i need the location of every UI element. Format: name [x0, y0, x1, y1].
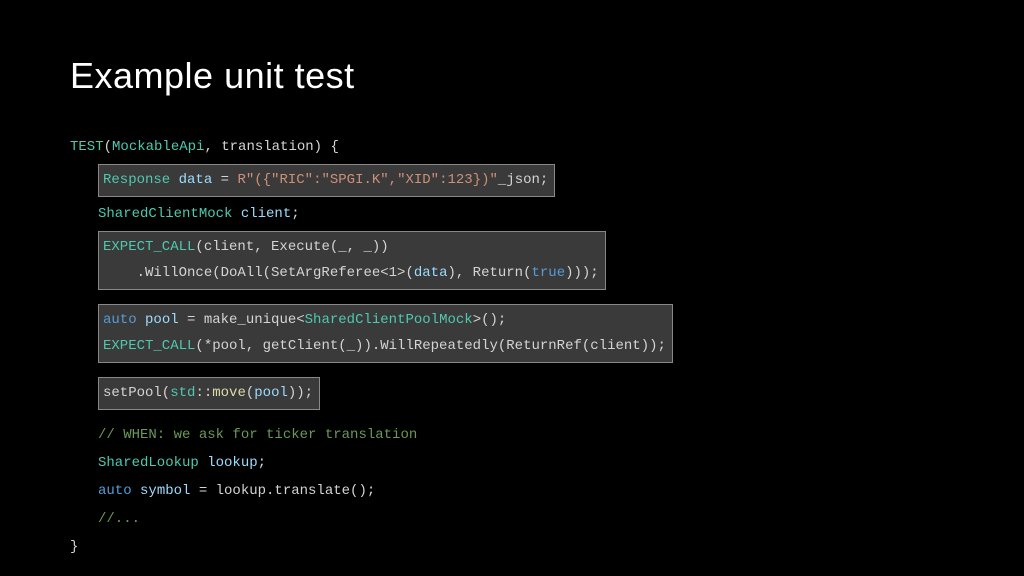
- token-punct: = lookup.translate();: [190, 483, 375, 499]
- code-line-4-wrap: EXPECT_CALL(client, Execute(_, _)) .Will…: [70, 228, 954, 293]
- token-keyword: auto: [98, 483, 132, 499]
- token-comment: // WHEN: we ask for ticker translation: [98, 427, 417, 443]
- code-block: TEST(MockableApi, translation) { Respons…: [70, 133, 954, 561]
- token-punct: (*pool, getClient(_)).WillRepeatedly(Ret…: [195, 338, 665, 354]
- token-type: SharedLookup: [98, 455, 199, 471]
- code-line-5: auto pool = make_unique<SharedClientPool…: [98, 304, 673, 363]
- token-punct: (: [104, 139, 112, 155]
- token-punct: , translation) {: [204, 139, 338, 155]
- code-line-2-wrap: Response data = R"({"RIC":"SPGI.K","XID"…: [70, 161, 954, 200]
- token-var: pool: [137, 312, 179, 328]
- code-line-5b: EXPECT_CALL(*pool, getClient(_)).WillRep…: [103, 333, 666, 360]
- token-punct: (: [246, 385, 254, 401]
- token-keyword: auto: [103, 312, 137, 328]
- token-string: R"({"RIC":"SPGI.K","XID":123})": [237, 172, 497, 188]
- code-line-1: TEST(MockableApi, translation) {: [70, 133, 954, 161]
- token-punct: ));: [288, 385, 313, 401]
- token-comment: //...: [98, 511, 140, 527]
- token-var: client: [232, 206, 291, 222]
- token-type: SharedClientPoolMock: [305, 312, 473, 328]
- code-line-6-wrap: setPool(std::move(pool));: [70, 374, 954, 413]
- code-line-5a: auto pool = make_unique<SharedClientPool…: [103, 307, 666, 334]
- token-var: data: [414, 265, 448, 281]
- token-punct: ;: [291, 206, 299, 222]
- code-line-4: EXPECT_CALL(client, Execute(_, _)) .Will…: [98, 231, 606, 290]
- slide-title: Example unit test: [70, 55, 954, 97]
- token-suffix: _json: [498, 172, 540, 188]
- code-line-4a: EXPECT_CALL(client, Execute(_, _)): [103, 234, 599, 261]
- code-line-11: }: [70, 533, 954, 561]
- code-line-7: // WHEN: we ask for ticker translation: [70, 421, 954, 449]
- token-var: data: [170, 172, 212, 188]
- token-expect-call: EXPECT_CALL: [103, 338, 195, 354]
- token-type: Response: [103, 172, 170, 188]
- token-expect-call: EXPECT_CALL: [103, 239, 195, 255]
- token-member: move: [212, 385, 246, 401]
- code-line-2: Response data = R"({"RIC":"SPGI.K","XID"…: [98, 164, 555, 197]
- token-bool: true: [531, 265, 565, 281]
- spacer: [70, 413, 954, 421]
- token-fixture-name: MockableApi: [112, 139, 204, 155]
- token-punct: ;: [540, 172, 548, 188]
- token-var: symbol: [132, 483, 191, 499]
- code-line-3: SharedClientMock client;: [70, 200, 954, 228]
- code-line-8: SharedLookup lookup;: [70, 449, 954, 477]
- code-line-9: auto symbol = lookup.translate();: [70, 477, 954, 505]
- code-line-4b: .WillOnce(DoAll(SetArgReferee<1>(data), …: [103, 260, 599, 287]
- token-punct: .WillOnce(DoAll(SetArgReferee<1>(: [103, 265, 414, 281]
- token-punct: ), Return(: [447, 265, 531, 281]
- token-punct: ;: [258, 455, 266, 471]
- token-namespace: std: [170, 385, 195, 401]
- token-test-macro: TEST: [70, 139, 104, 155]
- code-line-10: //...: [70, 505, 954, 533]
- spacer: [70, 293, 954, 301]
- token-var: lookup: [199, 455, 258, 471]
- code-line-6: setPool(std::move(pool));: [98, 377, 320, 410]
- token-punct: ::: [195, 385, 212, 401]
- token-punct: (client, Execute(_, _)): [195, 239, 388, 255]
- spacer: [70, 366, 954, 374]
- token-punct: }: [70, 539, 78, 555]
- token-func: setPool(: [103, 385, 170, 401]
- token-punct: = make_unique<: [179, 312, 305, 328]
- token-punct: >();: [473, 312, 507, 328]
- token-punct: )));: [565, 265, 599, 281]
- token-type: SharedClientMock: [98, 206, 232, 222]
- code-line-5-wrap: auto pool = make_unique<SharedClientPool…: [70, 301, 954, 366]
- token-punct: =: [212, 172, 237, 188]
- token-var: pool: [254, 385, 288, 401]
